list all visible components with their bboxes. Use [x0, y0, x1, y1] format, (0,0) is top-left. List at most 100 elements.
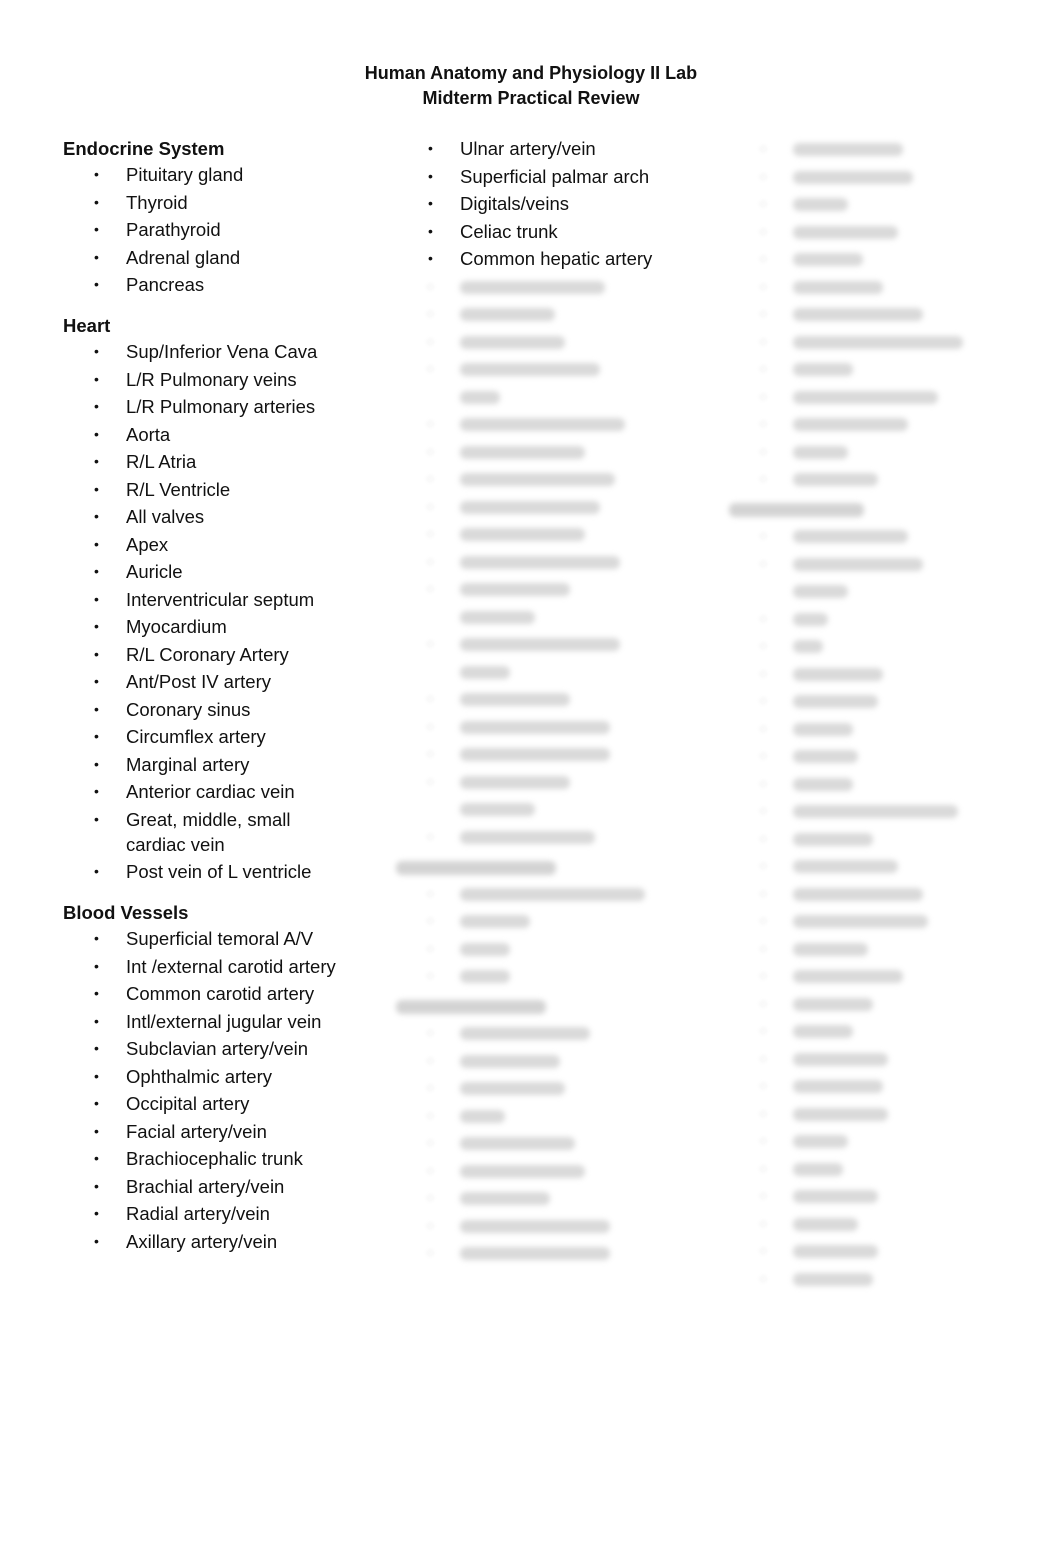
obscured-text	[793, 1135, 848, 1148]
list-item-text: Superficial temoral A/V	[126, 928, 314, 949]
obscured-content: ○ ○ ○ ○ ○ ○ ○ ○ ○ ○ ○ ○ ○ ○ ○ ○ ○ ○ ○ ○ ○ ○ ○ ○ ○ ○ ○ ○ ○ ○	[396, 274, 696, 1266]
bullet-icon: ○	[759, 857, 768, 873]
obscured-list-item: ○	[396, 1075, 696, 1100]
obscured-text	[793, 887, 923, 901]
list-item-text: Apex	[126, 533, 169, 555]
bullet-icon: ○	[759, 415, 768, 431]
obscured-text	[460, 1082, 565, 1095]
obscured-list-item: ○	[396, 1130, 696, 1155]
bullet-icon: ○	[759, 360, 768, 376]
obscured-text	[460, 1137, 575, 1150]
bullet-icon: ○	[759, 442, 768, 459]
obscured-text	[793, 612, 828, 626]
bullet-icon: ○	[759, 222, 768, 239]
list-item-text: Myocardium	[126, 616, 227, 637]
bullet-icon: •	[94, 700, 99, 717]
bullet-icon: ○	[759, 1187, 768, 1203]
obscured-text	[460, 915, 530, 928]
bullet-icon: •	[94, 728, 99, 744]
obscured-list-item: ○	[729, 908, 1029, 933]
obscured-text	[793, 585, 848, 598]
obscured-list-item: ○	[729, 991, 1029, 1016]
obscured-text	[460, 473, 615, 486]
list-item: • L/R Pulmonary veins	[63, 367, 346, 392]
list-item-text: Occipital artery	[126, 1093, 250, 1114]
bullet-icon: •	[94, 1067, 99, 1084]
list-item: • Marginal artery	[63, 752, 346, 777]
bullet-icon: ○	[426, 690, 435, 706]
bullet-icon: ○	[759, 692, 768, 708]
bullet-icon: ○	[759, 884, 768, 901]
list-item-text: Intl/external jugular vein	[126, 1010, 322, 1032]
list-item: • Parathyroid	[63, 217, 346, 242]
bullet-icon: ○	[759, 1159, 768, 1176]
bullet-icon: ○	[759, 140, 768, 156]
obscured-list-item: ○	[729, 356, 1029, 381]
bullet-icon: ○	[759, 912, 768, 928]
list-item-text: Post vein of L ventricle	[126, 861, 312, 882]
obscured-list-item: ○	[729, 771, 1029, 796]
list-item: • Subclavian artery/vein	[63, 1036, 346, 1061]
obscured-list-item: ○	[729, 1018, 1029, 1043]
list-item-text: Celiac trunk	[460, 220, 558, 242]
obscured-text	[793, 445, 848, 459]
bullet-icon: •	[94, 563, 99, 579]
list-item: • Ulnar artery/vein	[396, 136, 696, 161]
obscured-text	[460, 1027, 590, 1040]
obscured-list-item: ○	[729, 411, 1029, 436]
obscured-list-item: ○	[729, 1183, 1029, 1208]
obscured-text	[793, 473, 878, 486]
obscured-text	[460, 693, 570, 706]
list-item: • Circumflex artery	[63, 724, 346, 749]
obscured-text	[460, 942, 510, 956]
obscured-text	[793, 1052, 888, 1066]
obscured-text	[793, 530, 908, 543]
bullet-icon: ○	[759, 554, 768, 571]
bullet-icon: ○	[759, 967, 768, 983]
obscured-text	[460, 887, 645, 901]
bullet-icon: ○	[426, 1161, 435, 1178]
obscured-list-item: ○	[396, 908, 696, 933]
obscured-list-item: ○	[396, 936, 696, 961]
list-item-text: Int /external carotid artery	[126, 955, 336, 977]
obscured-list-item: ○	[396, 686, 696, 711]
obscured-text	[460, 830, 595, 844]
obscured-list-item: ○	[396, 549, 696, 574]
obscured-list-item: ○	[729, 301, 1029, 326]
obscured-text	[793, 942, 868, 956]
bullet-icon: ○	[759, 167, 768, 184]
obscured-list-item: ○	[396, 329, 696, 354]
obscured-list-item: ○	[396, 411, 696, 436]
bullet-icon: •	[94, 425, 99, 442]
obscured-list-item: ○	[396, 769, 696, 794]
bullet-icon: •	[94, 480, 99, 497]
list-item-text: Great, middle, small cardiac vein	[126, 808, 291, 855]
list-item: • Pituitary gland	[63, 162, 346, 187]
bullet-icon: •	[94, 590, 99, 607]
list-item-text: Ulnar artery/vein	[460, 138, 596, 159]
list-item: • R/L Coronary Artery	[63, 642, 346, 667]
bullet-icon: •	[94, 1122, 99, 1139]
bullet-icon: •	[94, 535, 99, 552]
bullet-icon: ○	[426, 1051, 435, 1068]
list-item-text: Thyroid	[126, 191, 188, 213]
item-list: • Superficial temoral A/V • Int /external c…	[63, 926, 363, 1254]
bullet-icon: ○	[426, 1024, 435, 1040]
bullet-icon: ○	[759, 195, 768, 211]
bullet-icon: ○	[759, 1214, 768, 1231]
list-item: • Coronary sinus	[63, 697, 346, 722]
obscured-list-item	[396, 384, 696, 409]
list-item-text: Marginal artery	[126, 753, 250, 775]
section-blood-vessels: Blood Vessels • Superficial temoral A/V • I…	[63, 900, 363, 1254]
bullet-icon: •	[94, 930, 99, 946]
obscured-list-item: ○	[729, 1266, 1029, 1291]
bullet-icon: •	[94, 1040, 99, 1056]
obscured-list-item: ○	[396, 576, 696, 601]
list-item: • Intl/external jugular vein	[63, 1009, 346, 1034]
bullet-icon: ○	[759, 1132, 768, 1148]
column-1: Endocrine System • Pituitary gland • Thyroi…	[63, 136, 363, 1270]
list-item-text: Common carotid artery	[126, 983, 315, 1004]
obscured-list-item: ○	[729, 551, 1029, 576]
bullet-icon: •	[94, 453, 99, 469]
bullet-icon: ○	[426, 1134, 435, 1150]
